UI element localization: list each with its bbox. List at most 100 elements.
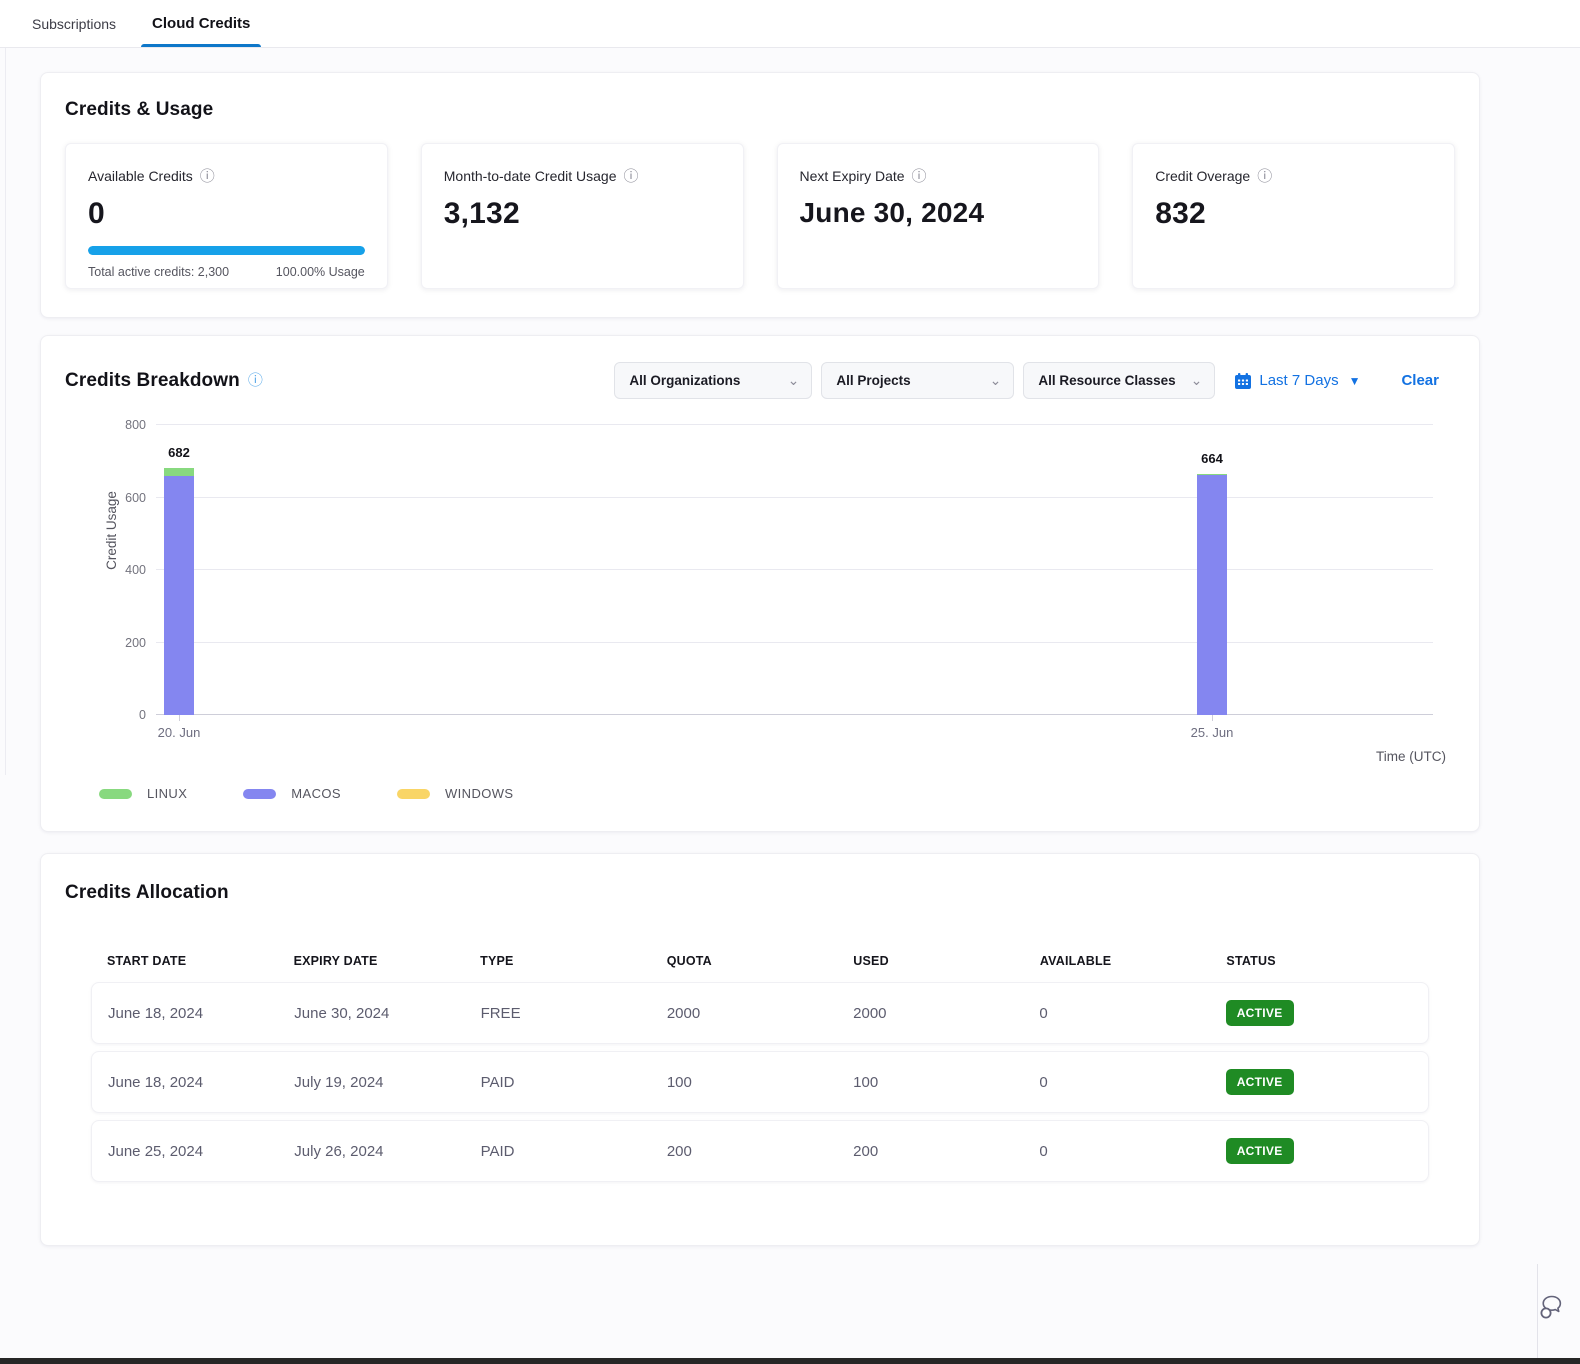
cell-used: 200 <box>853 1143 1039 1160</box>
bar-segment-linux <box>164 468 194 476</box>
gridline <box>156 424 1433 425</box>
legend-item[interactable]: LINUX <box>99 786 187 801</box>
cell-start-date: June 25, 2024 <box>108 1143 294 1160</box>
legend-swatch <box>99 789 132 799</box>
legend-item[interactable]: MACOS <box>243 786 341 801</box>
cell-status: ACTIVE <box>1226 1069 1412 1095</box>
column-header: EXPIRY DATE <box>294 954 481 968</box>
credits-usage-title: Credits & Usage <box>65 99 1455 121</box>
cell-available: 0 <box>1039 1005 1225 1022</box>
table-row[interactable]: June 18, 2024June 30, 2024FREE200020000A… <box>91 982 1429 1044</box>
chevron-down-icon: ⌄ <box>1191 372 1203 389</box>
info-icon[interactable]: ⓘ <box>624 169 639 184</box>
credits-allocation-table: START DATEEXPIRY DATETYPEQUOTAUSEDAVAILA… <box>91 954 1429 1182</box>
gridline <box>156 714 1433 715</box>
legend-swatch <box>243 789 276 799</box>
y-tick-label: 800 <box>104 418 146 432</box>
tab-bar: Subscriptions Cloud Credits <box>0 0 1580 48</box>
y-tick-label: 600 <box>104 491 146 505</box>
projects-select-value: All Projects <box>836 373 910 388</box>
info-icon[interactable]: ⓘ <box>200 169 215 184</box>
chart-plot-area: Credit Usage 020040060080068220. Jun6642… <box>156 425 1433 715</box>
y-tick-label: 200 <box>104 636 146 650</box>
chart-legend: LINUX MACOS WINDOWS <box>99 786 1455 801</box>
cell-start-date: June 18, 2024 <box>108 1074 294 1091</box>
cell-used: 2000 <box>853 1005 1039 1022</box>
stats-row: Available Credits ⓘ 0 Total active credi… <box>65 143 1455 289</box>
column-header: USED <box>853 954 1040 968</box>
table-body: June 18, 2024June 30, 2024FREE200020000A… <box>91 982 1429 1182</box>
tab-cloud-credits[interactable]: Cloud Credits <box>142 0 260 47</box>
usage-percent: 100.00% Usage <box>276 265 365 279</box>
credit-overage-card: Credit Overage ⓘ 832 <box>1132 143 1455 289</box>
x-tick-mark <box>179 715 180 721</box>
support-chat-button[interactable] <box>1537 1292 1567 1327</box>
available-credits-label: Available Credits <box>88 168 193 184</box>
credit-overage-label: Credit Overage <box>1155 168 1250 184</box>
cell-expiry-date: July 26, 2024 <box>294 1143 480 1160</box>
cell-quota: 200 <box>667 1143 853 1160</box>
info-icon[interactable]: ⓘ <box>248 373 263 388</box>
info-icon[interactable]: ⓘ <box>1257 169 1272 184</box>
tab-cloud-credits-label: Cloud Credits <box>152 15 250 32</box>
cell-available: 0 <box>1039 1074 1225 1091</box>
date-range-picker[interactable]: Last 7 Days ▼ <box>1234 372 1360 390</box>
gridline <box>156 569 1433 570</box>
resource-classes-select-value: All Resource Classes <box>1038 373 1175 388</box>
available-credits-value: 0 <box>88 197 365 231</box>
credit-usage-progress-bar <box>88 246 365 255</box>
column-header: QUOTA <box>667 954 854 968</box>
projects-select[interactable]: All Projects ⌄ <box>821 362 1014 399</box>
legend-label: MACOS <box>291 786 341 801</box>
window-bottom-edge <box>0 1358 1580 1364</box>
resource-classes-select[interactable]: All Resource Classes ⌄ <box>1023 362 1215 399</box>
date-range-value: Last 7 Days <box>1259 372 1338 389</box>
credits-breakdown-title: Credits Breakdown <box>65 370 240 392</box>
info-icon[interactable]: ⓘ <box>912 169 927 184</box>
organizations-select[interactable]: All Organizations ⌄ <box>614 362 812 399</box>
cell-type: PAID <box>481 1074 667 1091</box>
table-row[interactable]: June 18, 2024July 19, 2024PAID1001000ACT… <box>91 1051 1429 1113</box>
credit-usage-chart: Credit Usage 020040060080068220. Jun6642… <box>65 425 1455 801</box>
chevron-down-icon: ⌄ <box>788 372 800 389</box>
credits-allocation-card: Credits Allocation START DATEEXPIRY DATE… <box>40 853 1480 1246</box>
available-credits-card: Available Credits ⓘ 0 Total active credi… <box>65 143 388 289</box>
cell-expiry-date: July 19, 2024 <box>294 1074 480 1091</box>
table-row[interactable]: June 25, 2024July 26, 2024PAID2002000ACT… <box>91 1120 1429 1182</box>
clear-filters-button[interactable]: Clear <box>1401 372 1439 389</box>
legend-item[interactable]: WINDOWS <box>397 786 514 801</box>
calendar-icon <box>1234 372 1252 390</box>
column-header: TYPE <box>480 954 667 968</box>
credit-usage-progress-fill <box>88 246 365 255</box>
bar-total-label: 664 <box>1182 451 1242 466</box>
mtd-usage-card: Month-to-date Credit Usage ⓘ 3,132 <box>421 143 744 289</box>
legend-label: LINUX <box>147 786 187 801</box>
legend-swatch <box>397 789 430 799</box>
tab-subscriptions[interactable]: Subscriptions <box>22 0 126 47</box>
bar-segment-macos <box>1197 475 1227 715</box>
chevron-down-icon: ⌄ <box>990 372 1002 389</box>
cell-expiry-date: June 30, 2024 <box>294 1005 480 1022</box>
x-axis-title: Time (UTC) <box>65 749 1446 764</box>
mtd-usage-label: Month-to-date Credit Usage <box>444 168 617 184</box>
cell-type: FREE <box>481 1005 667 1022</box>
next-expiry-value: June 30, 2024 <box>800 197 1077 229</box>
credits-breakdown-card: Credits Breakdown ⓘ All Organizations ⌄ … <box>40 335 1480 832</box>
tab-subscriptions-label: Subscriptions <box>32 16 116 32</box>
cell-status: ACTIVE <box>1226 1138 1412 1164</box>
stacked-bar[interactable] <box>1197 474 1227 715</box>
status-badge: ACTIVE <box>1226 1069 1294 1095</box>
mtd-usage-value: 3,132 <box>444 197 721 231</box>
cell-available: 0 <box>1039 1143 1225 1160</box>
left-panel-divider <box>5 48 6 775</box>
gridline <box>156 497 1433 498</box>
chat-bubbles-icon <box>1537 1292 1567 1322</box>
credit-overage-value: 832 <box>1155 197 1432 231</box>
cell-status: ACTIVE <box>1226 1000 1412 1026</box>
stacked-bar[interactable] <box>164 468 194 715</box>
gridline <box>156 642 1433 643</box>
y-tick-label: 400 <box>104 563 146 577</box>
table-header-row: START DATEEXPIRY DATETYPEQUOTAUSEDAVAILA… <box>91 954 1429 968</box>
bar-total-label: 682 <box>149 445 209 460</box>
legend-label: WINDOWS <box>445 786 514 801</box>
